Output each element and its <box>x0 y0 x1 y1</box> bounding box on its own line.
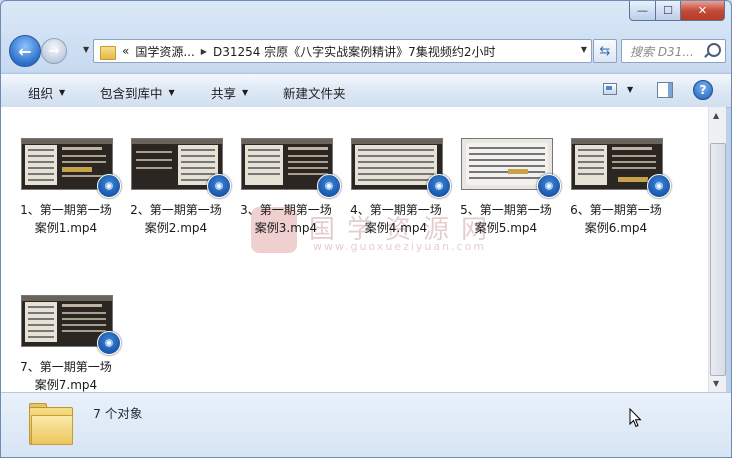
media-player-icon <box>647 174 671 198</box>
chevron-right-icon[interactable]: ▶ <box>201 47 207 56</box>
share-menu[interactable]: 共享 ▼ <box>211 83 248 102</box>
command-bar: 组织 ▼ 包含到库中 ▼ 共享 ▼ 新建文件夹 ▼ ? <box>1 73 731 108</box>
file-name: 2、第一期第一场 案例2.mp4 <box>130 203 222 235</box>
file-name: 6、第一期第一场 案例6.mp4 <box>570 203 662 235</box>
organize-label: 组织 <box>28 86 54 101</box>
list-item[interactable]: 5、第一期第一场 案例5.mp4 <box>460 138 571 238</box>
chevron-down-icon: ▼ <box>59 88 66 97</box>
watermark-url: www.guoxueziyuan.com <box>313 240 487 253</box>
breadcrumb-overflow[interactable]: « <box>122 44 129 58</box>
list-item[interactable]: 3、第一期第一场 案例3.mp4 <box>240 138 351 238</box>
back-arrow-icon[interactable]: ← <box>9 35 41 67</box>
forward-arrow-icon[interactable]: → <box>41 38 67 64</box>
breadcrumb-item-current[interactable]: D31254 宗原《八字实战案例精讲》7集视频约2小时 <box>213 43 496 60</box>
file-name: 3、第一期第一场 案例3.mp4 <box>240 203 332 235</box>
file-name: 5、第一期第一场 案例5.mp4 <box>460 203 552 235</box>
organize-menu[interactable]: 组织 ▼ <box>28 83 65 102</box>
details-pane: 7 个对象 <box>1 392 731 457</box>
chevron-down-icon: ▼ <box>627 84 634 94</box>
new-folder-label: 新建文件夹 <box>283 86 346 101</box>
help-icon[interactable]: ? <box>693 80 713 100</box>
chevron-down-icon: ▼ <box>242 88 249 97</box>
file-name: 1、第一期第一场 案例1.mp4 <box>20 203 112 235</box>
list-item[interactable]: 1、第一期第一场 案例1.mp4 <box>20 138 131 238</box>
minimize-button[interactable]: — <box>629 1 656 21</box>
preview-pane-icon[interactable] <box>657 82 673 98</box>
folder-icon <box>29 401 73 445</box>
media-player-icon <box>97 174 121 198</box>
address-bar[interactable]: « 国学资源... ▶ D31254 宗原《八字实战案例精讲》7集视频约2小时 … <box>93 39 592 63</box>
list-item[interactable]: 4、第一期第一场 案例4.mp4 <box>350 138 461 238</box>
breadcrumb-item-parent[interactable]: 国学资源... <box>135 43 194 60</box>
new-folder-button[interactable]: 新建文件夹 <box>283 83 346 102</box>
refresh-icon[interactable]: ⇆ <box>593 39 617 63</box>
chevron-down-icon: ▼ <box>168 88 175 97</box>
include-in-library-label: 包含到库中 <box>100 86 163 101</box>
search-icon[interactable] <box>707 43 721 57</box>
media-player-icon <box>97 331 121 355</box>
media-player-icon <box>207 174 231 198</box>
file-list[interactable]: 国学资源网 www.guoxueziyuan.com 1、第一期第一场 案例1.m… <box>1 107 708 392</box>
media-player-icon <box>427 174 451 198</box>
list-item[interactable]: 6、第一期第一场 案例6.mp4 <box>570 138 681 238</box>
media-player-icon <box>537 174 561 198</box>
list-item[interactable]: 2、第一期第一场 案例2.mp4 <box>130 138 241 238</box>
media-player-icon <box>317 174 341 198</box>
explorer-window: — ☐ ✕ ← → ▼ « 国学资源... ▶ D31254 宗原《八字实战案例… <box>0 0 732 458</box>
share-label: 共享 <box>211 86 237 101</box>
list-item[interactable]: 7、第一期第一场 案例7.mp4 <box>20 295 131 395</box>
breadcrumb: « 国学资源... ▶ D31254 宗原《八字实战案例精讲》7集视频约2小时 <box>122 43 495 60</box>
view-icon <box>603 83 617 95</box>
change-view-button[interactable]: ▼ <box>603 83 633 95</box>
file-name: 4、第一期第一场 案例4.mp4 <box>350 203 442 235</box>
item-count: 7 个对象 <box>93 406 143 421</box>
navigation-bar: ← → ▼ « 国学资源... ▶ D31254 宗原《八字实战案例精讲》7集视… <box>9 35 726 67</box>
search-placeholder: 搜索 D31... <box>630 44 694 59</box>
search-input[interactable]: 搜索 D31... <box>621 39 726 63</box>
close-button[interactable]: ✕ <box>681 1 725 21</box>
file-name: 7、第一期第一场 案例7.mp4 <box>20 360 112 392</box>
scroll-down-icon[interactable]: ▼ <box>713 379 719 388</box>
scroll-up-icon[interactable]: ▲ <box>713 111 719 120</box>
address-history-dropdown[interactable]: ▼ <box>581 45 587 54</box>
recent-pages-dropdown[interactable]: ▼ <box>83 45 89 54</box>
scrollbar-thumb[interactable] <box>710 143 726 376</box>
caption-buttons: — ☐ ✕ <box>629 1 725 21</box>
include-in-library-menu[interactable]: 包含到库中 ▼ <box>100 83 175 102</box>
maximize-button[interactable]: ☐ <box>656 1 681 21</box>
folder-icon <box>100 44 116 60</box>
vertical-scrollbar[interactable]: ▲ ▼ <box>708 107 726 392</box>
